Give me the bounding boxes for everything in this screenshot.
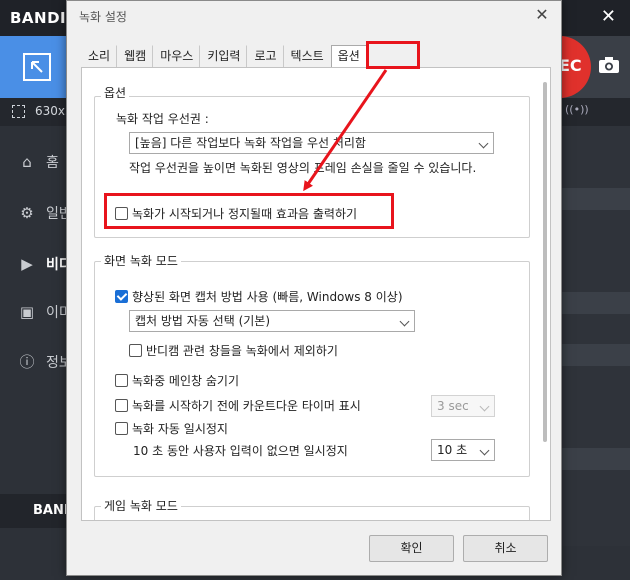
annotation-arrow [303,69,388,192]
